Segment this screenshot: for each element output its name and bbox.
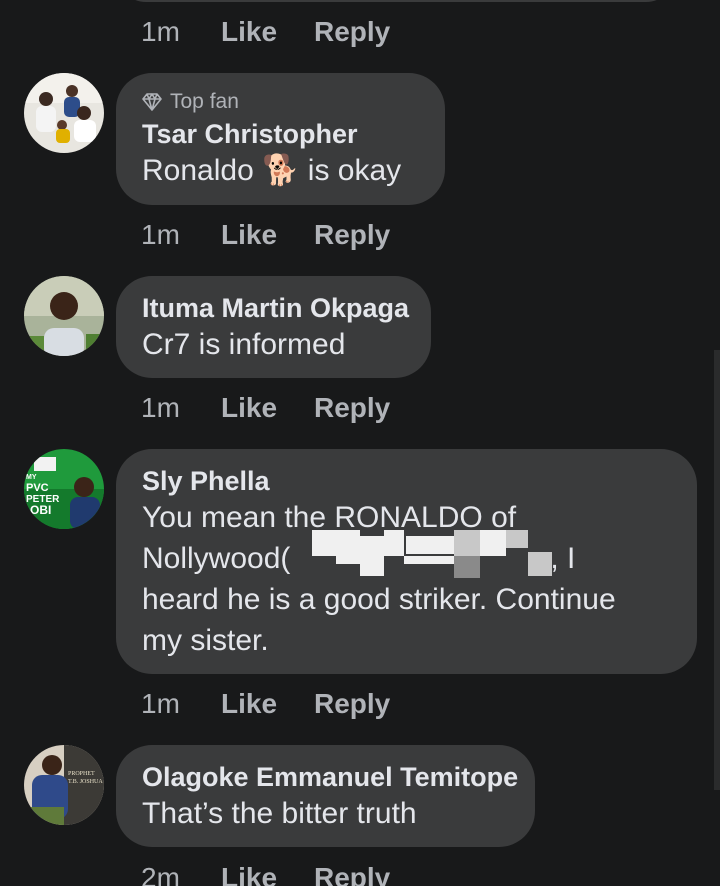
comment-actions: 1m Like Reply — [141, 394, 390, 422]
comment-time: 1m — [141, 688, 180, 719]
like-button[interactable]: Like — [221, 394, 314, 422]
comment-text-line: heard he is a good striker. Continue — [142, 583, 616, 617]
avatar-photo — [24, 73, 104, 153]
like-button[interactable]: Like — [221, 864, 314, 886]
like-button[interactable]: Like — [221, 18, 314, 46]
avatar-photo: MY PVC PETER OBI — [24, 449, 104, 529]
comments-feed: 1m Like Reply Top fan Tsar Christopher R… — [0, 0, 720, 886]
reply-button[interactable]: Reply — [314, 221, 390, 249]
comment-time: 1m — [141, 219, 180, 250]
comment-text-part: is okay — [299, 154, 402, 188]
comment-bubble: Olagoke Emmanuel Temitope That’s the bit… — [116, 745, 535, 847]
comment-author[interactable]: Sly Phella — [142, 465, 671, 497]
comment-bubble: Top fan Tsar Christopher Ronaldo 🐕 is ok… — [116, 73, 445, 205]
avatar-text: PROPHET — [68, 771, 95, 777]
comment-text: Ronaldo 🐕 is okay — [142, 150, 419, 191]
avatar-text: T.B. JOSHUA — [68, 779, 103, 785]
like-button[interactable]: Like — [221, 221, 314, 249]
previous-comment-bubble — [116, 0, 676, 2]
avatar-photo: PROPHET T.B. JOSHUA — [24, 745, 104, 825]
avatar[interactable] — [24, 276, 104, 356]
comment-text: Cr7 is informed — [142, 328, 346, 362]
comment-actions: 1m Like Reply — [141, 690, 390, 718]
comment-time: 2m — [141, 862, 180, 886]
comment-time: 1m — [141, 392, 180, 423]
comment-author[interactable]: Olagoke Emmanuel Temitope — [142, 761, 518, 793]
comment-time: 1m — [141, 16, 180, 47]
comment-author[interactable]: Ituma Martin Okpaga — [142, 292, 409, 324]
avatar-text: PVC — [26, 482, 49, 494]
avatar[interactable] — [24, 73, 104, 153]
dog-emoji: 🐕 — [262, 153, 300, 189]
reply-button[interactable]: Reply — [314, 690, 390, 718]
comment-actions: 2m Like Reply — [141, 864, 390, 886]
comment-text-line: my sister. — [142, 624, 269, 658]
avatar-text: MY — [26, 474, 37, 481]
comment-text-part: Ronaldo — [142, 154, 263, 188]
comment-actions: 1m Like Reply — [141, 221, 390, 249]
comment-bubble: Ituma Martin Okpaga Cr7 is informed — [116, 276, 431, 378]
like-button[interactable]: Like — [221, 690, 314, 718]
reply-button[interactable]: Reply — [314, 18, 390, 46]
avatar-photo — [24, 276, 104, 356]
comment-author[interactable]: Tsar Christopher — [142, 118, 419, 150]
reply-button[interactable]: Reply — [314, 394, 390, 422]
avatar-text: OBI — [30, 503, 51, 517]
diamond-icon — [142, 92, 162, 111]
comment-text-part: , I — [550, 542, 576, 576]
scrollbar[interactable] — [714, 350, 720, 790]
top-fan-badge: Top fan — [142, 91, 419, 112]
avatar[interactable]: PROPHET T.B. JOSHUA — [24, 745, 104, 825]
comment-text-line: You mean the RONALDO of — [142, 501, 517, 535]
comment-text-part: Nollywood( — [142, 542, 291, 576]
comment-text: That’s the bitter truth — [142, 797, 417, 831]
reply-button[interactable]: Reply — [314, 864, 390, 886]
avatar[interactable]: MY PVC PETER OBI — [24, 449, 104, 529]
badge-label: Top fan — [170, 90, 239, 113]
comment-actions: 1m Like Reply — [141, 18, 390, 46]
